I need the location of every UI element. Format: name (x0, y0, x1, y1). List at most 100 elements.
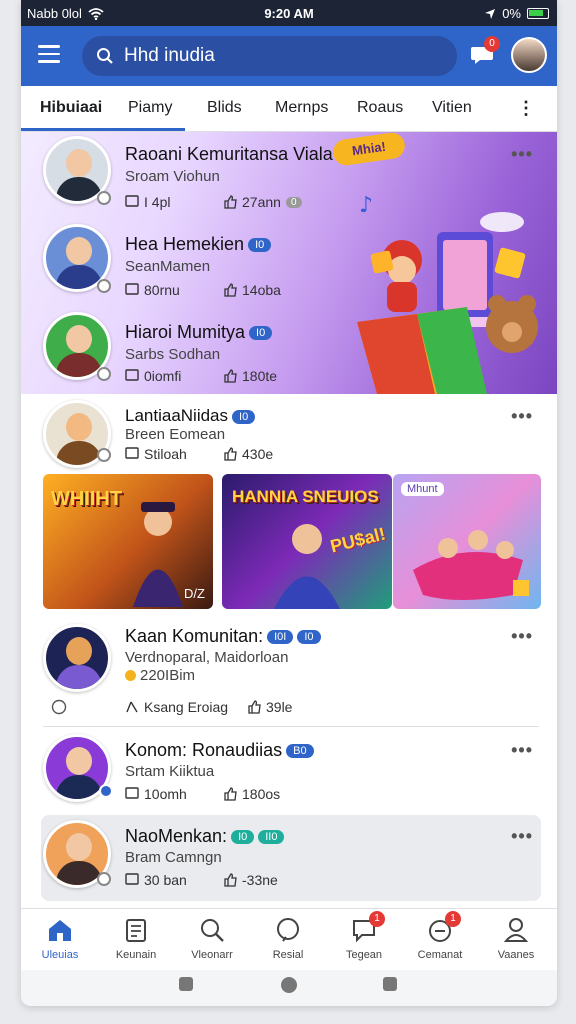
chat-bubble-icon (277, 918, 299, 942)
more-options-icon[interactable]: ••• (511, 826, 533, 847)
stat-comments: Stiloah (125, 446, 187, 462)
chat-button[interactable]: 0 (470, 36, 500, 68)
app-bar: 0 (21, 26, 557, 86)
stat-comments: 0iomfi (125, 368, 181, 384)
thumbnail-card[interactable]: Mhunt (393, 474, 541, 609)
stat-likes: 39le (247, 699, 292, 715)
app-screen: Nabb 0lol 9:20 AM 0% 0 Hibuiaai Piamy Bl… (21, 0, 557, 1006)
home-icon (49, 920, 71, 941)
nav-item-search[interactable]: Vleonarr (177, 915, 247, 961)
tab-vitien[interactable]: Vitien (432, 99, 472, 117)
row-title: Raoani Kemuritansa Viala (125, 144, 333, 164)
active-tab-indicator (21, 128, 185, 131)
clipboard-icon (126, 919, 146, 942)
post-row[interactable]: Kaan Komunitan: I0I I0 Verdnoparal, Maidor… (21, 622, 557, 722)
more-options-icon[interactable]: ••• (511, 740, 533, 761)
post-row[interactable]: NaoMenkan: I0 II0 Bram Camngn 30 ban -33ne… (21, 820, 557, 894)
stat-comments: 30 ban (125, 872, 187, 888)
stat-shares: Ksang Eroiag (125, 699, 228, 715)
level-pill: II0 (258, 830, 285, 845)
level-pill: I0 (248, 238, 272, 253)
chat-badge: 0 (484, 36, 500, 52)
post-row[interactable]: LantiaaNiidas I0 Breen Eomean Stiloah 430… (21, 400, 557, 470)
row-title: Hea Hemekien I0 (125, 234, 272, 255)
thumbs-up-icon (224, 283, 237, 297)
thumbs-up-icon (224, 787, 237, 801)
stat-comments: I 4pl (125, 194, 170, 210)
system-navigation-bar (21, 970, 557, 1006)
thumbs-up-icon (248, 700, 261, 714)
thumbnail-label: Mhunt (401, 482, 444, 496)
battery-icon (527, 8, 549, 19)
verified-icon (97, 872, 111, 886)
comment-icon (125, 447, 139, 459)
tab-roaus[interactable]: Roaus (357, 99, 403, 117)
profile-avatar[interactable] (511, 37, 547, 73)
stat-likes: -33ne (223, 872, 278, 888)
row-subtitle: Sarbs Sodhan (125, 346, 221, 363)
stat-likes: 14oba (223, 282, 281, 298)
thumbnail-card[interactable]: HANNIA SNEUIOS PU$al! (222, 474, 392, 609)
tab-blids[interactable]: Blids (207, 99, 242, 117)
post-row[interactable]: Konom: Ronaudiias B0 Srtam Kiiktua 10omh … (21, 734, 557, 806)
thumbs-up-icon (224, 195, 237, 209)
thumbnail-corner-label: D/Z (184, 586, 205, 601)
thumbnail-label: WHIIHT (51, 488, 123, 510)
stat-likes: 27ann 0 (223, 194, 302, 210)
featured-row[interactable]: Hea Hemekien I0 SeanMamen 80rnu 14oba (21, 224, 557, 300)
level-pill: I0 (297, 630, 321, 645)
status-bar: Nabb 0lol 9:20 AM 0% (21, 0, 557, 26)
person-icon (503, 918, 529, 942)
location-arrow-icon (485, 8, 496, 19)
nav-item-messages[interactable]: 1 Tegean (329, 911, 399, 961)
nav-item-profile[interactable]: Vaanes (481, 915, 551, 961)
post-subtitle: Verdnoparal, Maidorloan (125, 649, 289, 666)
stat-likes: 180os (223, 786, 280, 802)
featured-row[interactable]: Hiaroi Mumitya I0 Sarbs Sodhan 0iomfi 180… (21, 312, 557, 388)
post-title: Kaan Komunitan: I0I I0 (125, 626, 321, 647)
thumbs-up-icon (224, 873, 237, 887)
search-input[interactable] (124, 45, 424, 67)
row-title: Hiaroi Mumitya I0 (125, 322, 273, 343)
nav-item-home[interactable]: Uleuias (25, 915, 95, 961)
home-button[interactable] (281, 977, 297, 993)
nav-item-clipboard[interactable]: Keunain (101, 915, 171, 961)
post-title: Konom: Ronaudiias B0 (125, 740, 314, 761)
menu-icon[interactable] (38, 45, 60, 63)
stat-comments: 10omh (125, 786, 187, 802)
search-bar[interactable] (82, 36, 457, 76)
row-subtitle: Sroam Viohun (125, 168, 220, 185)
thumbs-up-icon (224, 369, 237, 383)
nav-item-social[interactable]: Resial (253, 915, 323, 961)
tab-piamy[interactable]: Piamy (128, 99, 172, 117)
stat-comments: 80rnu (125, 282, 180, 298)
tab-mernps[interactable]: Mernps (275, 99, 328, 117)
stat-likes: 430e (223, 446, 273, 462)
post-subtitle: Breen Eomean (125, 426, 226, 443)
share-icon (126, 701, 138, 713)
thumbnail-label: HANNIA SNEUIOS (232, 487, 379, 506)
tab-hibuiaai[interactable]: Hibuiaai (40, 99, 102, 117)
more-options-icon[interactable]: ••• (511, 626, 533, 647)
more-tabs-icon[interactable]: ⋮ (517, 98, 535, 119)
notification-badge: 1 (369, 911, 385, 927)
globe-icon (51, 699, 67, 715)
comment-icon (125, 787, 139, 799)
back-button[interactable] (383, 977, 397, 991)
clock: 9:20 AM (264, 6, 314, 21)
comment-icon (125, 283, 139, 295)
more-options-icon[interactable]: ••• (511, 406, 533, 427)
post-coins: 220IBim (125, 667, 195, 684)
level-pill: I0 (232, 409, 256, 424)
divider (43, 726, 539, 727)
featured-row[interactable]: Raoani Kemuritansa Viala Sroam Viohun I … (21, 136, 557, 212)
nav-item-timer[interactable]: 1 Cemanat (405, 911, 475, 961)
recent-apps-button[interactable] (179, 977, 193, 991)
bottom-navigation: Uleuias Keunain Vleonarr Resial 1 Tegean… (21, 908, 557, 970)
battery-percent: 0% (502, 6, 521, 21)
thumbnail-card[interactable]: WHIIHT D/Z (43, 474, 213, 609)
post-subtitle: Srtam Kiiktua (125, 763, 215, 780)
verified-icon (97, 448, 111, 462)
verified-icon (97, 367, 111, 381)
comment-icon (125, 195, 139, 207)
